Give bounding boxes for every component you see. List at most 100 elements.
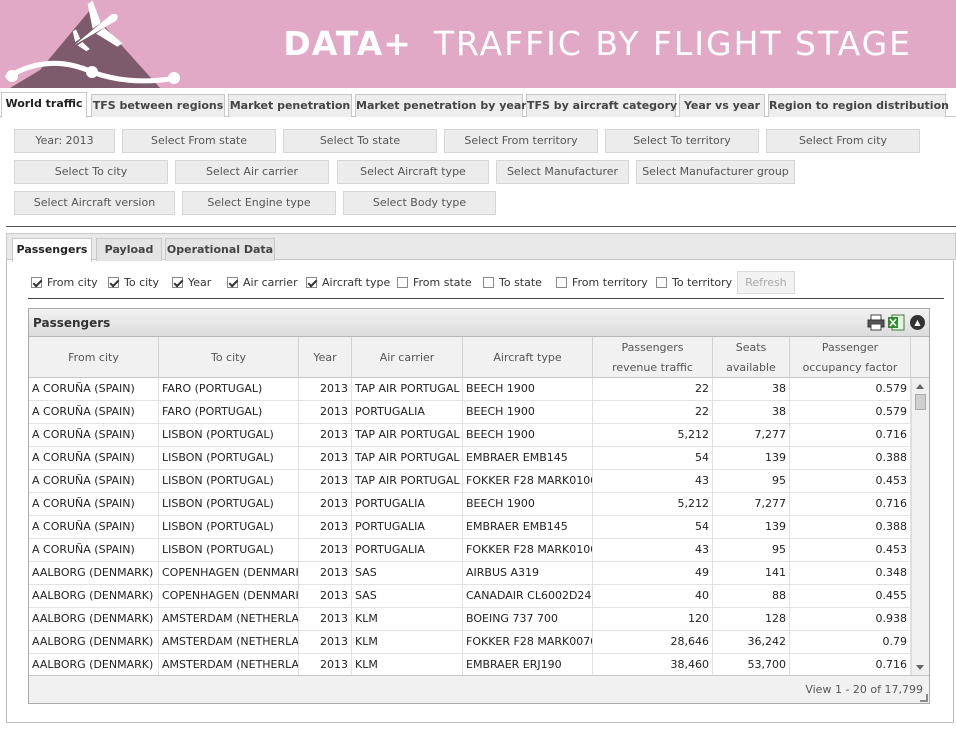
header-passenger-occupancy-factor[interactable]: Passenger occupancy factor	[790, 337, 911, 378]
header-passengers-revenue-traffic[interactable]: Passengers revenue traffic	[593, 337, 713, 378]
checkbox-icon[interactable]	[556, 276, 567, 288]
checkbox-icon[interactable]	[306, 276, 317, 288]
cell-year: 2013	[299, 562, 352, 585]
to-state-filter-button[interactable]: Select To state	[283, 129, 437, 153]
tab-market-penetration[interactable]: Market penetration	[228, 94, 352, 117]
tab-passengers[interactable]: Passengers	[12, 238, 92, 262]
tab-payload[interactable]: Payload	[96, 238, 162, 261]
tab-tfs-between-regions[interactable]: TFS between regions	[91, 94, 225, 117]
cell-year: 2013	[299, 401, 352, 424]
cell-seats-available: 95	[713, 539, 790, 562]
cell-from-city: A CORUÑA (SPAIN)	[29, 447, 159, 470]
table-row[interactable]: A CORUÑA (SPAIN) LISBON (PORTUGAL) 2013 POR…	[29, 493, 911, 516]
cell-passenger-occupancy-factor: 0.348	[790, 562, 911, 585]
manufacturer-filter-button[interactable]: Select Manufacturer	[496, 160, 629, 184]
table-row[interactable]: A CORUÑA (SPAIN) FARO (PORTUGAL) 2013 PORTU…	[29, 401, 911, 424]
cell-to-city: AMSTERDAM (NETHERLANDS)	[159, 631, 299, 654]
checkbox-icon[interactable]	[483, 276, 494, 288]
grid-scrollbar[interactable]	[911, 378, 929, 676]
checkbox-icon[interactable]	[227, 276, 238, 288]
header-to-city[interactable]: To city	[159, 337, 299, 378]
table-row[interactable]: AALBORG (DENMARK) COPENHAGEN (DENMARK) 201…	[29, 585, 911, 608]
cell-to-city: LISBON (PORTUGAL)	[159, 516, 299, 539]
cell-to-city: LISBON (PORTUGAL)	[159, 493, 299, 516]
refresh-button[interactable]: Refresh	[737, 271, 795, 294]
toggle-label: From city	[47, 275, 98, 289]
cell-from-city: A CORUÑA (SPAIN)	[29, 401, 159, 424]
to-city-filter-button[interactable]: Select To city	[14, 160, 168, 184]
year-filter-button[interactable]: Year: 2013	[14, 129, 115, 153]
aircraft-version-filter-button[interactable]: Select Aircraft version	[14, 191, 175, 215]
resize-grip-icon[interactable]	[920, 694, 928, 702]
toggle-to-territory[interactable]: To territory	[656, 274, 732, 290]
cell-aircraft-type: EMBRAER ERJ190	[463, 654, 593, 676]
cell-year: 2013	[299, 631, 352, 654]
cell-air-carrier: PORTUGALIA	[352, 401, 463, 424]
header-aircraft-type[interactable]: Aircraft type	[463, 337, 593, 378]
collapse-icon[interactable]: ▲	[910, 315, 925, 330]
table-row[interactable]: AALBORG (DENMARK)AMSTERDAM (NETHERLANDS)…	[29, 631, 911, 654]
scroll-down-icon[interactable]	[916, 665, 924, 670]
excel-icon[interactable]	[887, 314, 905, 331]
checkbox-icon[interactable]	[656, 276, 667, 288]
header-seats-available[interactable]: Seats available	[713, 337, 790, 378]
tab-tfs-by-aircraft-category[interactable]: TFS by aircraft category	[526, 94, 677, 117]
table-row[interactable]: A CORUÑA (SPAIN) FARO (PORTUGAL) 2013 TAP A…	[29, 378, 911, 401]
cell-year: 2013	[299, 378, 352, 401]
toggle-to-city[interactable]: To city	[108, 274, 159, 290]
tab-operational-data[interactable]: Operational Data	[165, 238, 275, 261]
table-row[interactable]: A CORUÑA (SPAIN) LISBON (PORTUGAL) 2013 POR…	[29, 539, 911, 562]
grid-body: A CORUÑA (SPAIN) FARO (PORTUGAL) 2013 TAP A…	[29, 378, 911, 676]
cell-from-city: A CORUÑA (SPAIN)	[29, 424, 159, 447]
table-row[interactable]: AALBORG (DENMARK) COPENHAGEN (DENMARK) 201…	[29, 562, 911, 585]
cell-passengers-revenue-traffic: 5,212	[593, 493, 713, 516]
table-row[interactable]: A CORUÑA (SPAIN) LISBON (PORTUGAL) 2013 TAP…	[29, 424, 911, 447]
manufacturer-group-filter-button[interactable]: Select Manufacturer group	[636, 160, 795, 184]
tab-market-penetration-by-year[interactable]: Market penetration by year	[355, 94, 527, 117]
to-territory-filter-button[interactable]: Select To territory	[605, 129, 759, 153]
body-type-filter-button[interactable]: Select Body type	[343, 191, 496, 215]
from-city-filter-button[interactable]: Select From city	[766, 129, 920, 153]
aircraft-type-filter-button[interactable]: Select Aircraft type	[337, 160, 489, 184]
header-year[interactable]: Year	[299, 337, 352, 378]
header-from-city[interactable]: From city	[29, 337, 159, 378]
toggle-from-state[interactable]: From state	[397, 274, 472, 290]
table-row[interactable]: AALBORG (DENMARK)AMSTERDAM (NETHERLANDS)…	[29, 608, 911, 631]
cell-year: 2013	[299, 447, 352, 470]
print-icon[interactable]	[867, 314, 885, 331]
from-territory-filter-button[interactable]: Select From territory	[444, 129, 598, 153]
table-row[interactable]: A CORUÑA (SPAIN) LISBON (PORTUGAL) 2013 TAP…	[29, 447, 911, 470]
table-row[interactable]: A CORUÑA (SPAIN) LISBON (PORTUGAL) 2013 POR…	[29, 516, 911, 539]
from-state-filter-button[interactable]: Select From state	[122, 129, 276, 153]
toggle-from-city[interactable]: From city	[31, 274, 98, 290]
checkbox-icon[interactable]	[31, 276, 42, 288]
engine-type-filter-button[interactable]: Select Engine type	[182, 191, 336, 215]
cell-air-carrier: TAP AIR PORTUGAL	[352, 424, 463, 447]
toggle-year[interactable]: Year	[172, 274, 211, 290]
scroll-up-icon[interactable]	[916, 384, 924, 389]
checkbox-icon[interactable]	[172, 276, 183, 288]
air-carrier-filter-button[interactable]: Select Air carrier	[175, 160, 329, 184]
toggle-air-carrier[interactable]: Air carrier	[227, 274, 298, 290]
cell-passenger-occupancy-factor: 0.716	[790, 493, 911, 516]
cell-passengers-revenue-traffic: 54	[593, 447, 713, 470]
header-air-carrier[interactable]: Air carrier	[352, 337, 463, 378]
toggle-aircraft-type[interactable]: Aircraft type	[306, 274, 390, 290]
tab-year-vs-year[interactable]: Year vs year	[679, 94, 765, 117]
tab-region-to-region-distribution[interactable]: Region to region distribution	[768, 94, 949, 117]
checkbox-icon[interactable]	[108, 276, 119, 288]
cell-aircraft-type: EMBRAER EMB145	[463, 447, 593, 470]
table-row[interactable]: A CORUÑA (SPAIN) LISBON (PORTUGAL) 2013 TAP…	[29, 470, 911, 493]
cell-passengers-revenue-traffic: 120	[593, 608, 713, 631]
toggle-to-state[interactable]: To state	[483, 274, 542, 290]
scroll-thumb[interactable]	[915, 394, 926, 410]
cell-air-carrier: PORTUGALIA	[352, 516, 463, 539]
toggle-from-territory[interactable]: From territory	[556, 274, 648, 290]
cell-year: 2013	[299, 585, 352, 608]
cell-from-city: A CORUÑA (SPAIN)	[29, 470, 159, 493]
page-subtitle: TRAFFIC BY FLIGHT STAGE	[433, 24, 912, 63]
tab-world-traffic[interactable]: World traffic	[1, 92, 87, 118]
checkbox-icon[interactable]	[397, 276, 408, 288]
cell-aircraft-type: BOEING 737 700	[463, 608, 593, 631]
table-row[interactable]: AALBORG (DENMARK)AMSTERDAM (NETHERLANDS)…	[29, 654, 911, 676]
